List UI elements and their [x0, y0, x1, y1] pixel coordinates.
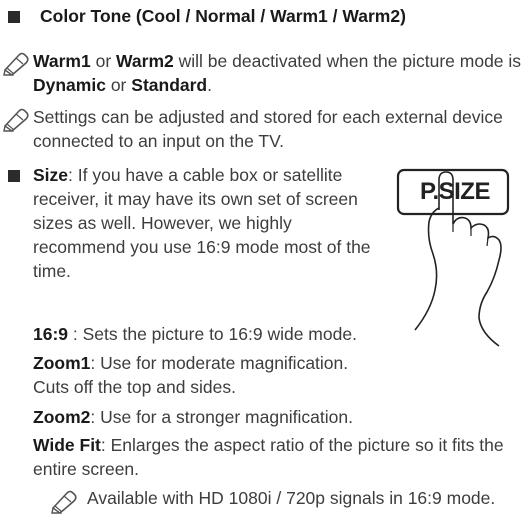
mode-item: 16:9 : Sets the picture to 16:9 wide mod…	[33, 322, 383, 346]
size-label: Size	[33, 165, 69, 185]
mode-name: Wide Fit	[33, 435, 101, 455]
psize-illustration: P.SIZE	[395, 168, 515, 348]
note-pencil-icon	[3, 108, 29, 132]
mode-name: Zoom2	[33, 407, 91, 427]
mode-item: Zoom1: Use for moderate magnification. C…	[33, 351, 383, 399]
mode-name: 16:9	[33, 324, 69, 344]
bullet-square	[8, 11, 20, 23]
period: .	[207, 75, 212, 95]
note-pencil-icon	[3, 52, 29, 76]
mode-desc: : Use for a stronger magnification.	[90, 407, 353, 427]
mode-desc: : Enlarges the aspect ratio of the pictu…	[33, 435, 504, 479]
psize-button-label: P.SIZE	[420, 178, 490, 205]
note-settings: Settings can be adjusted and stored for …	[33, 107, 503, 151]
mode-desc: : Sets the picture to 16:9 wide mode.	[68, 324, 357, 344]
mode-item: Wide Fit: Enlarges the aspect ratio of t…	[33, 433, 513, 481]
or-text: or	[95, 51, 112, 71]
size-text: : If you have a cable box or satellite r…	[33, 165, 371, 281]
warm1-term: Warm1	[33, 51, 91, 71]
note-warm-mid: will be deactivated when the picture mod…	[178, 51, 522, 71]
standard-term: Standard	[131, 75, 208, 95]
note-hd: Available with HD 1080i / 720p signals i…	[87, 488, 496, 508]
or-text: or	[110, 75, 127, 95]
color-tone-heading: Color Tone (Cool / Normal / Warm1 / Warm…	[40, 6, 406, 26]
mode-item: Zoom2: Use for a stronger magnification.	[33, 405, 503, 429]
dynamic-term: Dynamic	[33, 75, 106, 95]
note-warm: Warm1 or Warm2 will be deactivated when …	[33, 49, 523, 97]
note-pencil-icon	[51, 490, 77, 514]
size-paragraph: Size: If you have a cable box or satelli…	[33, 163, 373, 283]
mode-name: Zoom1	[33, 353, 91, 373]
warm2-term: Warm2	[116, 51, 174, 71]
bullet-square	[8, 170, 20, 182]
